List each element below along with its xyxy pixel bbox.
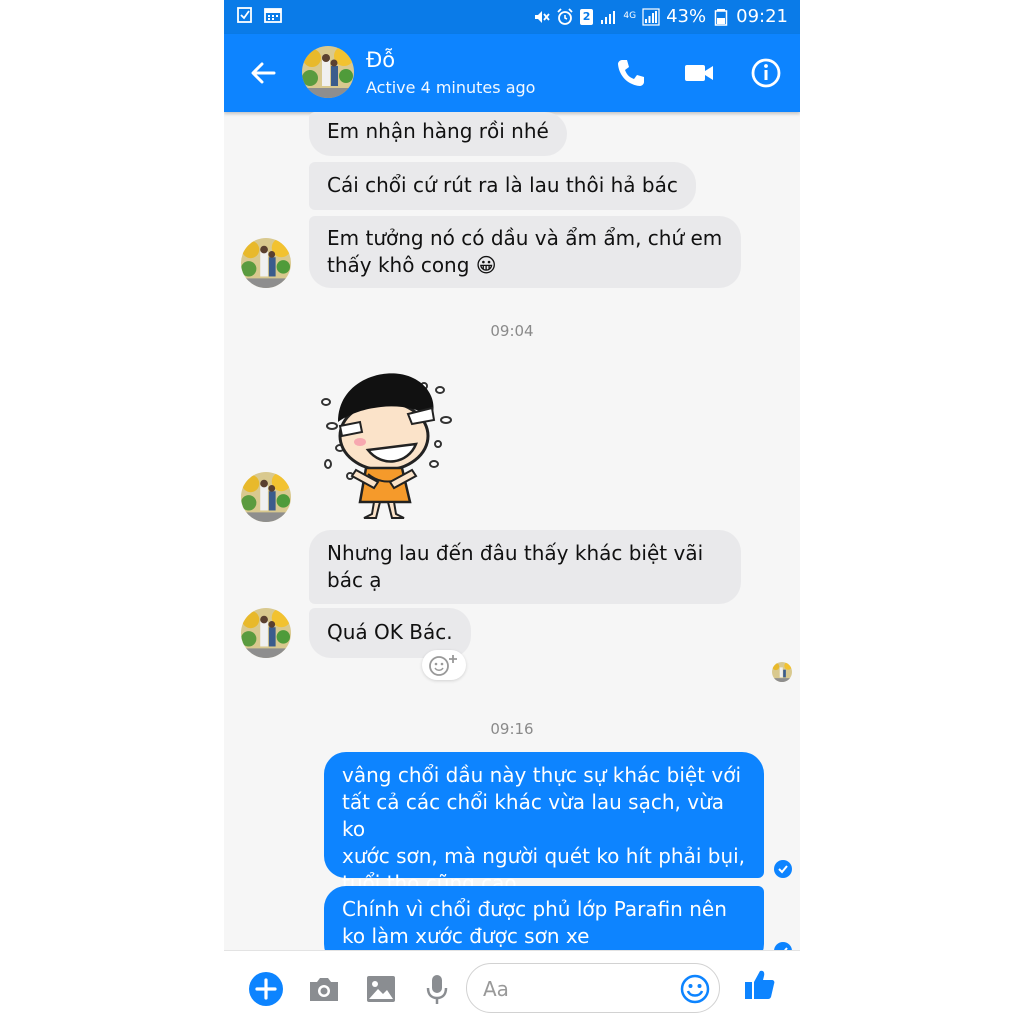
contact-active-status: Active 4 minutes ago xyxy=(366,78,536,97)
incoming-message[interactable]: Nhưng lau đến đâu thấy khác biệt vãi bác… xyxy=(309,530,741,604)
message-timestamp: 09:16 xyxy=(490,720,534,738)
seen-avatar-image xyxy=(772,662,792,682)
sender-avatar[interactable] xyxy=(241,608,291,658)
message-text: Em nhận hàng rồi nhé xyxy=(327,119,549,143)
status-right-icons: 2 4G 43% 09:21 xyxy=(532,6,788,27)
incoming-message[interactable]: Em nhận hàng rồi nhé xyxy=(309,112,567,156)
video-call-icon[interactable] xyxy=(682,56,716,90)
task-checkbox-icon xyxy=(237,7,252,23)
alarm-icon xyxy=(557,7,573,25)
sender-avatar-image xyxy=(241,238,291,288)
message-input[interactable]: Aa xyxy=(466,963,720,1013)
message-text-line: Chính vì chổi được phủ lớp Parafin nên xyxy=(342,897,727,921)
info-icon[interactable] xyxy=(749,56,783,90)
battery-icon xyxy=(714,8,728,26)
microphone-icon[interactable] xyxy=(419,971,455,1007)
message-text: Cái chổi cứ rút ra là lau thôi hả bác xyxy=(327,173,678,197)
sender-avatar-image xyxy=(241,472,291,522)
conversation-header: Đỗ Active 4 minutes ago xyxy=(224,34,800,112)
sim-slot-badge: 2 xyxy=(579,8,594,25)
message-text-line: Nhưng lau đến đâu thấy khác biệt vãi xyxy=(327,541,704,565)
signal-strength-icon xyxy=(642,7,660,26)
messenger-screen: 2 4G 43% 09:21 Đỗ Active 4 minutes ago E… xyxy=(224,0,800,1024)
laughing-sticker[interactable] xyxy=(316,364,456,522)
delivered-check-icon xyxy=(774,860,792,878)
clock: 09:21 xyxy=(736,6,788,27)
message-text-line: ko làm xước được sơn xe xyxy=(342,924,590,948)
calendar-icon xyxy=(264,8,282,23)
phone-call-icon[interactable] xyxy=(614,56,648,90)
emoji-icon[interactable] xyxy=(679,973,711,1005)
outgoing-message[interactable]: vâng chổi dầu này thực sự khác biệt với … xyxy=(324,752,764,895)
sender-avatar-image xyxy=(241,608,291,658)
status-bar: 2 4G 43% 09:21 xyxy=(224,0,800,34)
back-arrow-icon[interactable] xyxy=(248,58,278,88)
status-left-icons xyxy=(236,6,282,24)
add-reaction-button[interactable] xyxy=(422,650,466,680)
message-text: Quá OK Bác. xyxy=(327,620,453,644)
mute-icon xyxy=(534,10,550,23)
plus-icon[interactable] xyxy=(248,971,284,1007)
gallery-icon[interactable] xyxy=(363,971,399,1007)
thumbs-up-icon[interactable] xyxy=(742,967,778,1003)
incoming-message[interactable]: Em tưởng nó có dầu và ẩm ẩm, chứ em thấy… xyxy=(309,216,741,288)
sender-avatar[interactable] xyxy=(241,472,291,522)
message-composer: Aa xyxy=(224,950,800,1024)
battery-percent: 43% xyxy=(666,6,707,27)
contact-avatar[interactable] xyxy=(302,46,354,98)
add-reaction-icon xyxy=(429,655,457,676)
incoming-message[interactable]: Cái chổi cứ rút ra là lau thôi hả bác xyxy=(309,162,696,210)
contact-avatar-image xyxy=(302,46,354,98)
camera-icon[interactable] xyxy=(306,971,342,1007)
message-text-line: bác ạ xyxy=(327,568,382,592)
network-type-label: 4G xyxy=(623,11,637,21)
sender-avatar[interactable] xyxy=(241,238,291,288)
signal-icon xyxy=(601,10,616,24)
message-text-line: vâng chổi dầu này thực sự khác biệt với xyxy=(342,763,742,787)
contact-name[interactable]: Đỗ xyxy=(366,48,395,72)
message-input-placeholder: Aa xyxy=(483,977,509,1001)
message-timestamp: 09:04 xyxy=(490,322,534,340)
message-text-line: thấy khô cong 😀 xyxy=(327,253,497,277)
message-text-line: tất cả các chổi khác vừa lau sạch, vừa k… xyxy=(342,790,725,841)
message-text-line: Em tưởng nó có dầu và ẩm ẩm, chứ em xyxy=(327,226,723,250)
message-text-line: xước sơn, mà người quét ko hít phải bụi, xyxy=(342,844,746,868)
seen-avatar xyxy=(772,662,792,682)
